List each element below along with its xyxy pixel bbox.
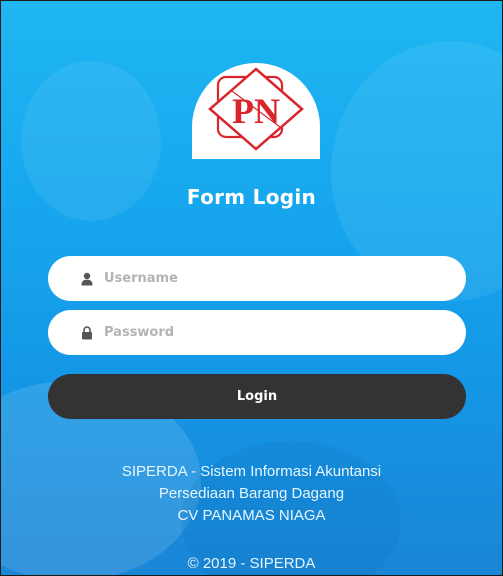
logo-graphic: PN <box>208 67 304 151</box>
description-line: Persediaan Barang Dagang <box>158 485 345 502</box>
company-name: CV PANAMAS NIAGA <box>177 507 326 524</box>
password-input[interactable] <box>104 310 444 355</box>
app-description: SIPERDA - Sistem Informasi Akuntansi Per… <box>1 461 502 527</box>
login-page: PN Form Login Login SIPERDA - Sistem Inf… <box>0 0 503 576</box>
logo-text: PN <box>232 91 280 131</box>
username-input[interactable] <box>104 256 444 301</box>
lock-icon <box>82 326 92 340</box>
copyright-text: © 2019 - SIPERDA <box>187 555 316 572</box>
username-field[interactable] <box>48 256 466 301</box>
login-button[interactable]: Login <box>48 374 466 419</box>
user-icon <box>81 272 93 286</box>
password-field[interactable] <box>48 310 466 355</box>
description-line: SIPERDA - Sistem Informasi Akuntansi <box>121 463 382 480</box>
form-title: Form Login <box>186 185 317 209</box>
pn-logo-icon: PN <box>192 63 320 159</box>
